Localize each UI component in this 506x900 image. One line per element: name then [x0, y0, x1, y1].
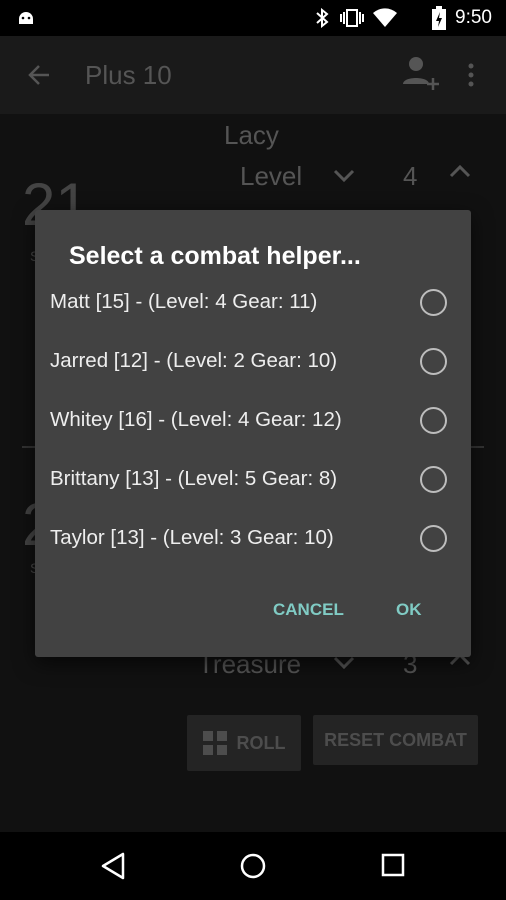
chevron-down-icon[interactable]: [333, 165, 355, 187]
helper-option[interactable]: Brittany [13] - (Level: 5 Gear: 8): [50, 450, 455, 508]
level-label: Level: [240, 161, 303, 191]
helper-option[interactable]: Taylor [13] - (Level: 3 Gear: 10): [50, 509, 455, 567]
dialog-title: Select a combat helper...: [69, 242, 361, 270]
bluetooth-icon: [316, 8, 329, 28]
roll-button[interactable]: ROLL: [187, 715, 301, 771]
dice-grid-icon: [202, 731, 227, 755]
status-bar: 9:50: [0, 0, 506, 36]
option-label: Jarred [12] - (Level: 2 Gear: 10): [50, 349, 338, 372]
ok-button[interactable]: OK: [396, 600, 422, 620]
add-person-icon[interactable]: [402, 54, 440, 92]
wifi-icon: [373, 8, 397, 27]
page-title: Plus 10: [85, 60, 172, 90]
option-label: Whitey [16] - (Level: 4 Gear: 12): [50, 408, 342, 431]
combat-helper-dialog: Select a combat helper... Matt [15] - (L…: [35, 210, 471, 657]
clock: 9:50: [455, 7, 492, 28]
vibrate-icon: [340, 9, 364, 27]
option-label: Brittany [13] - (Level: 5 Gear: 8): [50, 467, 338, 490]
helper-option[interactable]: Whitey [16] - (Level: 4 Gear: 12): [50, 391, 455, 449]
back-nav-icon[interactable]: [100, 852, 126, 880]
radio-button[interactable]: [420, 288, 447, 316]
android-debug-icon: [19, 12, 33, 24]
home-nav-icon[interactable]: [239, 852, 267, 880]
navigation-bar: [0, 832, 506, 900]
radio-button[interactable]: [420, 347, 447, 375]
reset-combat-button[interactable]: RESET COMBAT: [313, 715, 478, 765]
reset-label: RESET COMBAT: [324, 729, 467, 750]
level-value: 4: [403, 161, 418, 191]
radio-button[interactable]: [420, 465, 447, 493]
option-label: Matt [15] - (Level: 4 Gear: 11): [50, 290, 318, 313]
radio-button[interactable]: [420, 406, 447, 434]
battery-charging-icon: [432, 6, 446, 30]
chevron-up-icon[interactable]: [449, 160, 471, 182]
helper-option[interactable]: Matt [15] - (Level: 4 Gear: 11): [50, 273, 455, 331]
cancel-button[interactable]: CANCEL: [273, 600, 344, 620]
back-arrow-icon[interactable]: [27, 63, 51, 87]
radio-button[interactable]: [420, 524, 447, 552]
recents-nav-icon[interactable]: [381, 853, 407, 879]
overflow-menu-icon[interactable]: [466, 62, 476, 88]
helper-option[interactable]: Jarred [12] - (Level: 2 Gear: 10): [50, 332, 455, 390]
app-bar: Plus 10: [0, 36, 506, 114]
roll-label: ROLL: [236, 732, 286, 753]
player-name: Lacy: [224, 120, 279, 150]
option-label: Taylor [13] - (Level: 3 Gear: 10): [50, 526, 334, 549]
